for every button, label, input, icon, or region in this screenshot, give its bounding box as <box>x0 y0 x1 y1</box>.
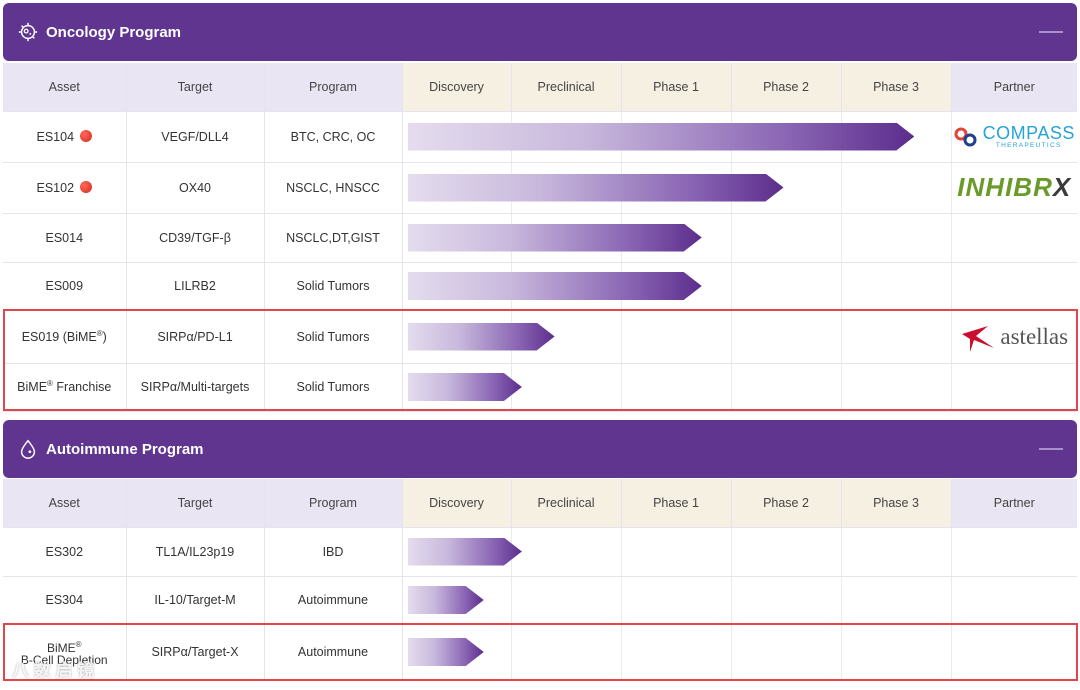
astellas-wordmark: astellas <box>1000 323 1069 349</box>
partner-cell: astellas <box>951 310 1078 364</box>
header-target: Target <box>126 63 265 112</box>
oncology-header-row: Asset Target Program Discovery Preclinic… <box>3 63 1077 112</box>
header-discovery: Discovery <box>402 479 512 528</box>
table-row[interactable]: ES302 TL1A/IL23p19 IBD <box>3 527 1077 577</box>
header-phase-2: Phase 2 <box>731 63 842 112</box>
partner-cell <box>951 213 1077 263</box>
header-phase-3: Phase 3 <box>841 63 952 112</box>
asset-name: BiME <box>17 380 48 395</box>
autoimmune-header-row: Asset Target Program Discovery Preclinic… <box>3 479 1077 528</box>
progress-arrow <box>408 224 702 252</box>
autoimmune-pipeline-table: Asset Target Program Discovery Preclinic… <box>3 479 1077 681</box>
progress-arrow <box>408 272 702 300</box>
asset-name-tail: ) <box>102 330 107 345</box>
target-cell: IL-10/Target-M <box>126 576 265 625</box>
oncology-title: Oncology Program <box>46 23 182 41</box>
header-phase-1: Phase 1 <box>621 479 732 528</box>
target-cell: TL1A/IL23p19 <box>126 527 265 577</box>
clinical-stage-dot-icon <box>80 180 93 193</box>
asset-cell: ES302 <box>3 527 127 577</box>
asset-cell: ES104 <box>3 111 127 163</box>
partner-cell <box>951 527 1077 577</box>
program-cell: BTC, CRC, OC <box>264 111 403 163</box>
target-cell: LILRB2 <box>126 262 265 311</box>
header-preclinical: Preclinical <box>511 479 622 528</box>
asset-name-tail: Franchise <box>52 380 112 395</box>
drop-icon <box>20 439 36 459</box>
target-cell: SIRPα/Multi-targets <box>126 363 265 412</box>
header-asset: Asset <box>3 479 127 528</box>
target-cell: SIRPα/PD-L1 <box>126 310 265 364</box>
partner-cell <box>951 262 1077 311</box>
autoimmune-title: Autoimmune Program <box>46 440 204 458</box>
header-program: Program <box>264 63 403 112</box>
program-cell: Autoimmune <box>264 624 403 681</box>
registered-mark: ® <box>75 639 82 649</box>
asset-name: ES102 <box>36 180 75 195</box>
progress-arrow <box>408 123 914 151</box>
program-cell: Autoimmune <box>264 576 403 625</box>
asset-cell: ES019 (BiME®) <box>3 310 127 364</box>
compass-wordmark: COMPASS <box>982 123 1075 143</box>
astellas-star-icon <box>962 325 995 352</box>
header-discovery: Discovery <box>402 63 512 112</box>
autoimmune-section-header[interactable]: Autoimmune Program <box>3 420 1077 478</box>
compass-therapeutics-logo: COMPASS THERAPEUTICS <box>952 124 1078 149</box>
header-phase-3: Phase 3 <box>841 479 952 528</box>
asset-cell: ES014 <box>3 213 127 263</box>
compass-logo-icon <box>954 127 977 146</box>
table-row[interactable]: BiME® Franchise SIRPα/Multi-targets Soli… <box>3 363 1077 412</box>
astellas-logo: astellas <box>952 322 1078 352</box>
asset-cell: ES009 <box>3 262 127 311</box>
program-cell: IBD <box>264 527 403 577</box>
header-phase-2: Phase 2 <box>731 479 842 528</box>
target-cell: CD39/TGF-β <box>126 213 265 263</box>
partner-cell <box>951 624 1077 681</box>
collapse-icon[interactable] <box>1039 31 1063 33</box>
watermark: 八 数 启 镜 <box>12 661 95 680</box>
header-partner: Partner <box>951 63 1077 112</box>
table-row[interactable]: BiME® B-Cell Depletion SIRPα/Target-X Au… <box>3 624 1077 681</box>
header-asset: Asset <box>3 63 127 112</box>
asset-name: ES104 <box>36 129 75 144</box>
program-cell: NSCLC,DT,GIST <box>264 213 403 263</box>
asset-cell: ES304 <box>3 576 127 625</box>
header-partner: Partner <box>951 479 1077 528</box>
progress-arrow <box>408 373 522 401</box>
progress-arrow <box>408 174 784 202</box>
header-preclinical: Preclinical <box>511 63 622 112</box>
program-cell: NSCLC, HNSCC <box>264 162 403 214</box>
compass-subtitle: THERAPEUTICS <box>995 142 1062 149</box>
asset-cell: ES102 <box>3 162 127 214</box>
partner-cell <box>951 576 1077 625</box>
clinical-stage-dot-icon <box>80 129 93 142</box>
collapse-icon[interactable] <box>1039 448 1063 450</box>
asset-name: ES019 (BiME <box>21 330 97 345</box>
cell-icon <box>18 22 38 42</box>
target-cell: OX40 <box>126 162 265 214</box>
inhibrx-wordmark: INHIBR <box>957 172 1053 202</box>
asset-cell: BiME® Franchise <box>3 363 127 412</box>
inhibrx-x: X <box>1052 172 1072 202</box>
header-phase-1: Phase 1 <box>621 63 732 112</box>
table-row[interactable]: ES304 IL-10/Target-M Autoimmune <box>3 576 1077 625</box>
progress-arrow <box>408 323 555 351</box>
target-cell: SIRPα/Target-X <box>126 624 265 681</box>
inhibrx-logo: INHIBRX <box>952 172 1078 203</box>
program-cell: Solid Tumors <box>264 310 403 364</box>
header-target: Target <box>126 479 265 528</box>
oncology-section-header[interactable]: Oncology Program <box>3 3 1077 61</box>
partner-cell: COMPASS THERAPEUTICS <box>951 111 1078 163</box>
partner-cell <box>951 363 1077 412</box>
header-program: Program <box>264 479 403 528</box>
target-cell: VEGF/DLL4 <box>126 111 265 163</box>
program-cell: Solid Tumors <box>264 363 403 412</box>
program-cell: Solid Tumors <box>264 262 403 311</box>
progress-arrow <box>408 538 522 566</box>
partner-cell: INHIBRX <box>951 162 1078 214</box>
